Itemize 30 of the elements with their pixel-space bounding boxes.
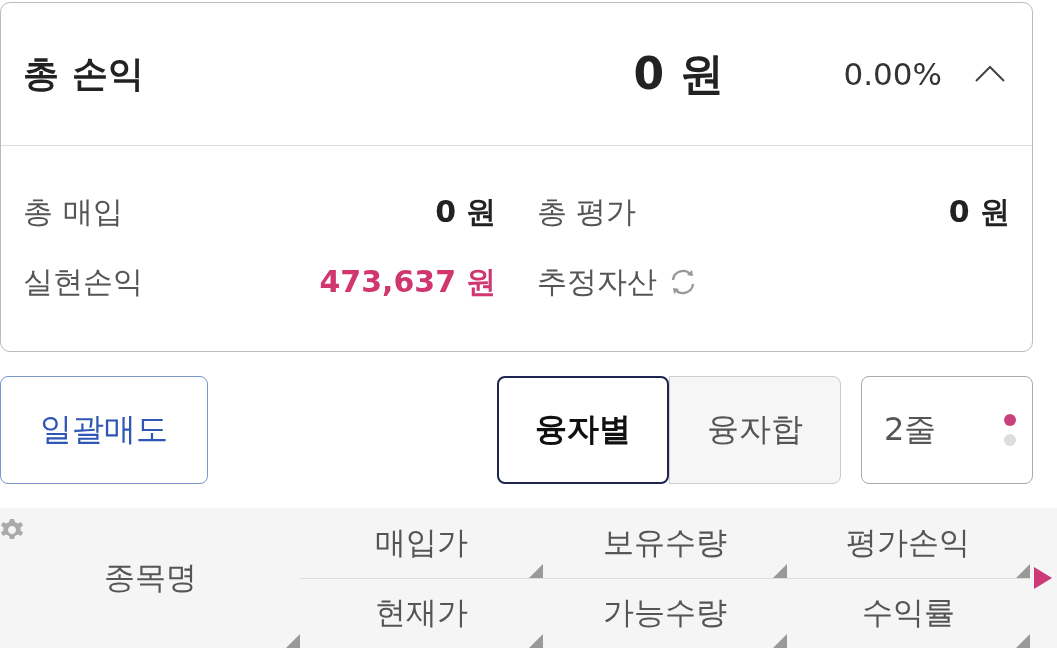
corner-triangle-icon [772, 634, 787, 648]
detail-value: 0 원 [948, 192, 1010, 231]
line-mode-label: 2줄 [884, 409, 937, 450]
line-mode-selector[interactable]: 2줄 [861, 376, 1033, 484]
column-header[interactable]: 가능수량 [603, 592, 727, 635]
corner-triangle-icon [286, 634, 300, 648]
chevron-icon[interactable] [974, 64, 1006, 84]
column-header[interactable]: 종목명 [103, 557, 197, 599]
detail-label: 추정자산 [536, 262, 657, 301]
total-rate: 0.00% [843, 56, 942, 92]
corner-triangle-icon [529, 634, 544, 648]
column-header[interactable]: 수익률 [861, 592, 955, 635]
column-header[interactable]: 보유수량 [603, 521, 727, 564]
detail-value: 473,637 원 [319, 262, 497, 301]
segment-tab[interactable]: 융자합 [669, 376, 841, 484]
sell-all-button[interactable]: 일괄매도 [0, 376, 208, 484]
detail-label: 총 평가 [536, 192, 637, 231]
next-arrow-icon[interactable] [1033, 566, 1053, 590]
column-header[interactable]: 평가손익 [846, 521, 971, 564]
corner-triangle-icon [529, 563, 544, 578]
column-header[interactable]: 매입가 [375, 521, 469, 564]
detail-label: 총 매입 [23, 192, 123, 231]
corner-triangle-icon [1016, 634, 1030, 648]
corner-triangle-icon [772, 563, 787, 578]
total-amount: 0 원 [633, 46, 724, 101]
summary-title: 총 손익 [23, 51, 145, 96]
detail-label: 실현손익 [23, 262, 143, 301]
segment-tab[interactable]: 융자별 [497, 376, 669, 484]
detail-value: 0 원 [435, 192, 497, 231]
column-header[interactable]: 현재가 [375, 592, 469, 635]
